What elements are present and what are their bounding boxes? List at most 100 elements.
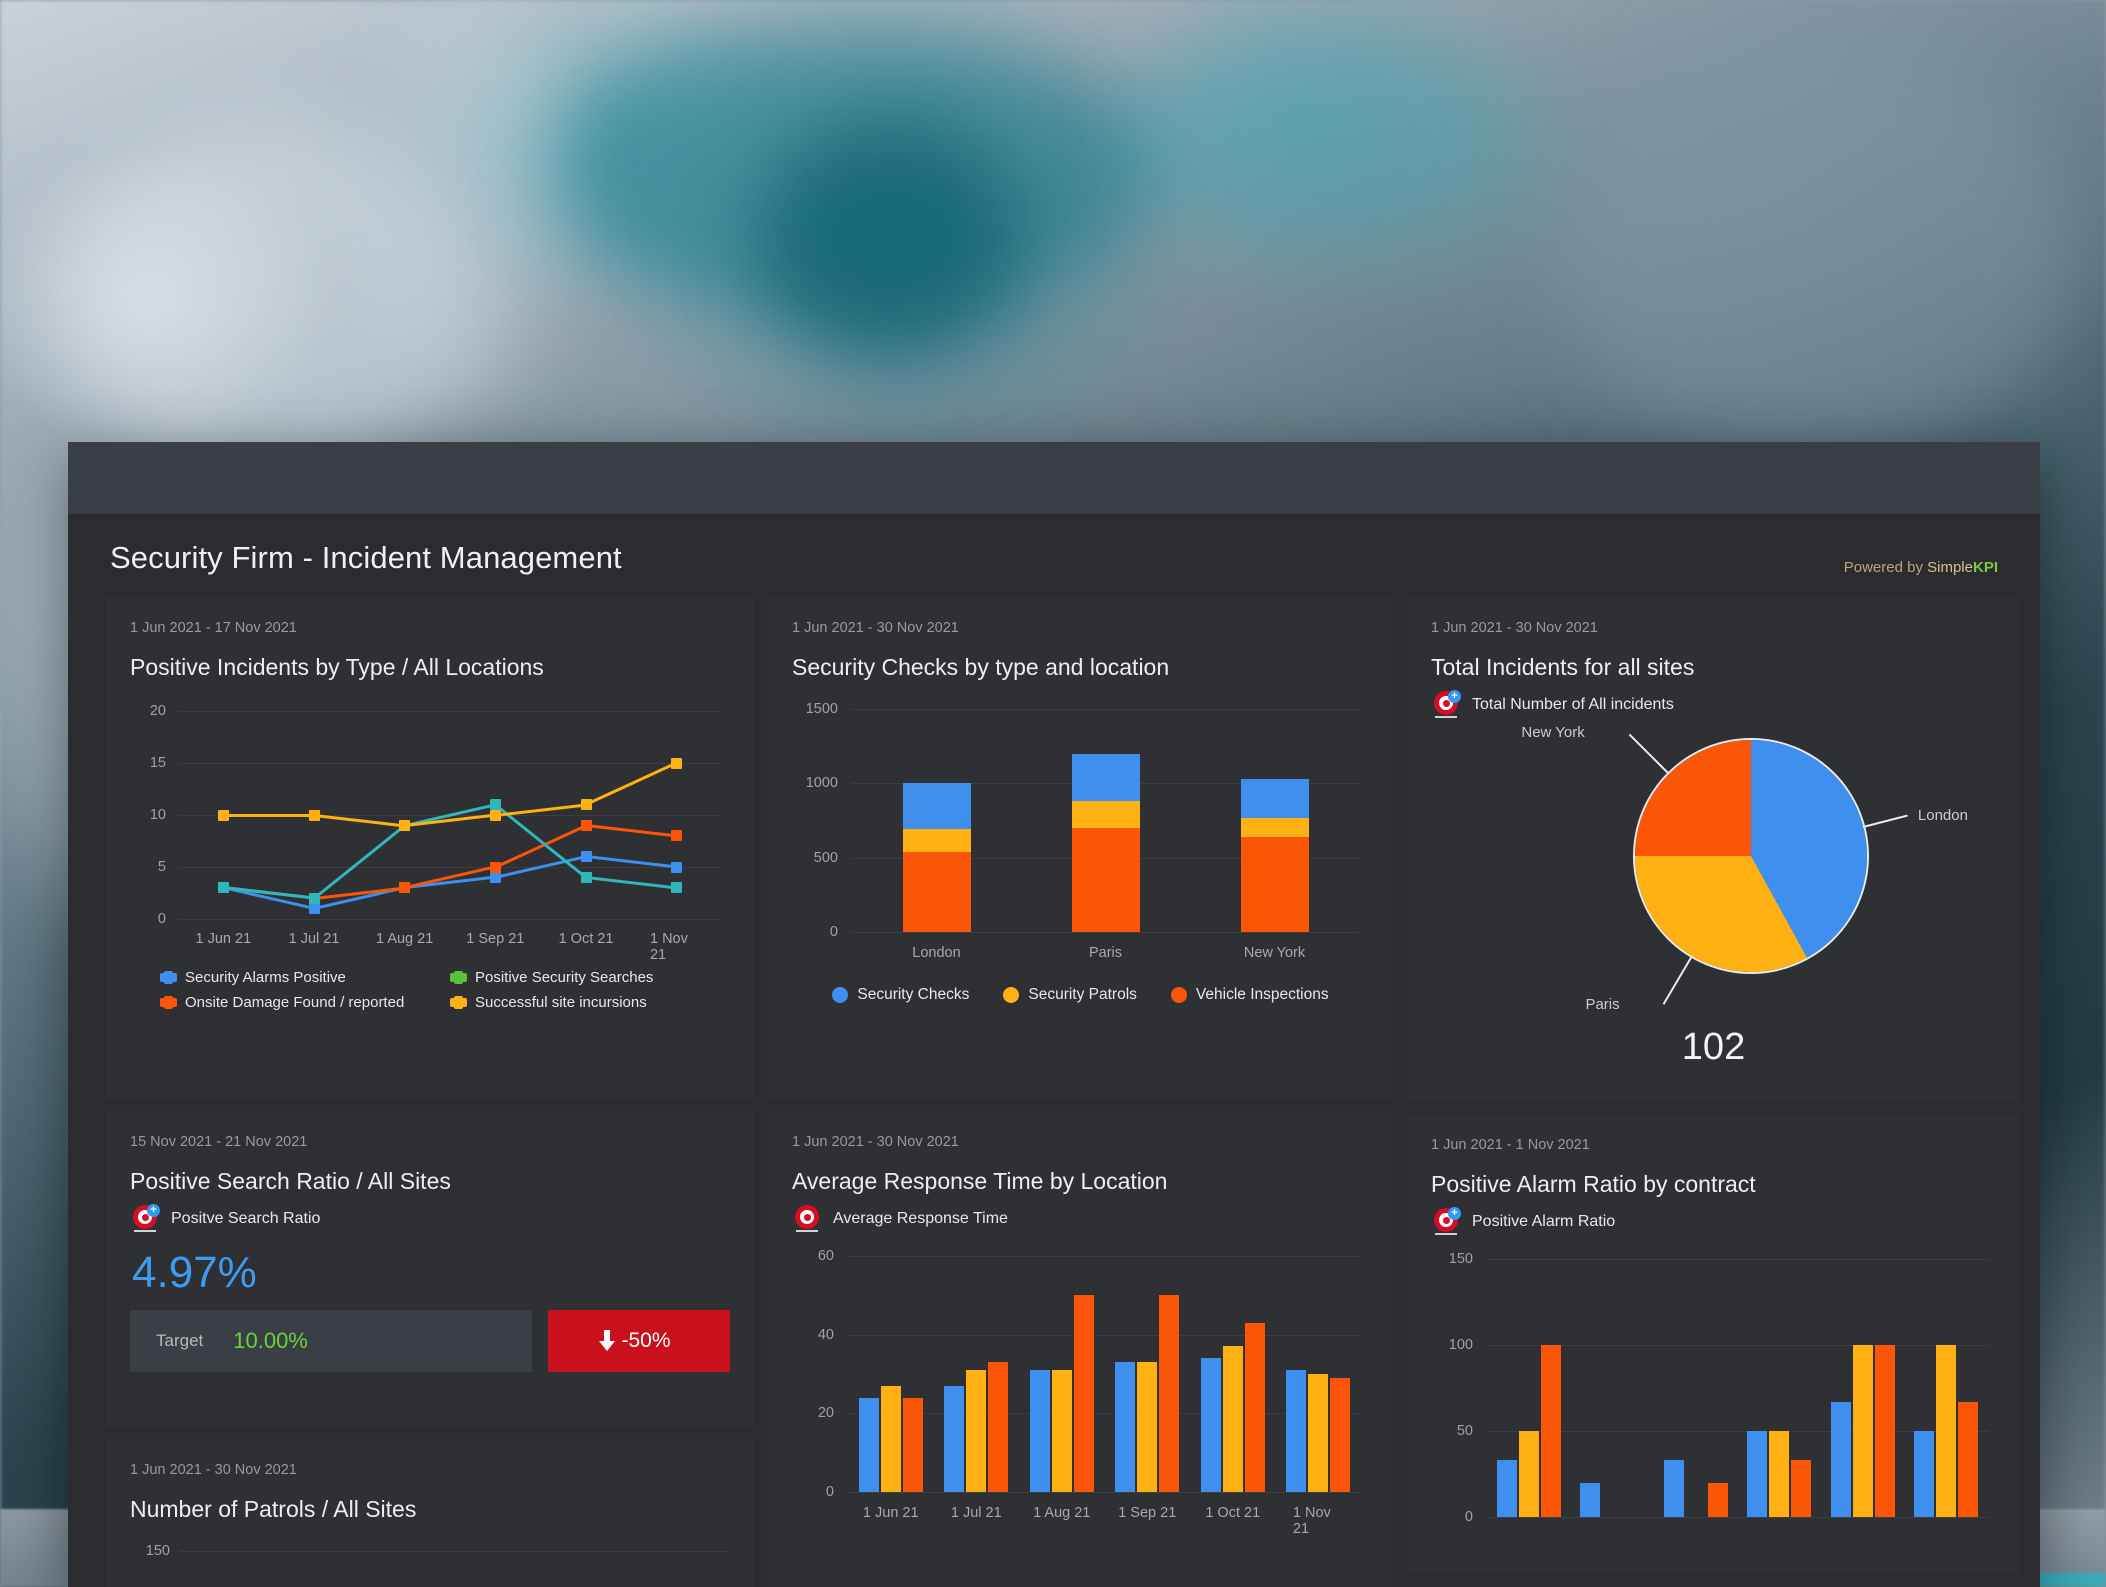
bar[interactable] xyxy=(1663,1460,1684,1517)
bar[interactable] xyxy=(1244,1322,1265,1492)
legend-item[interactable]: Onsite Damage Found / reported xyxy=(160,994,440,1011)
bar[interactable] xyxy=(1540,1345,1561,1517)
data-point[interactable] xyxy=(580,851,592,863)
bar[interactable] xyxy=(1308,1374,1329,1492)
dashboard-grid: 1 Jun 2021 - 17 Nov 2021 Positive Incide… xyxy=(106,598,2020,1587)
bar[interactable] xyxy=(902,1397,923,1492)
data-point[interactable] xyxy=(308,903,320,915)
bar[interactable] xyxy=(1914,1431,1935,1517)
bar[interactable] xyxy=(1330,1377,1351,1492)
bar[interactable] xyxy=(1496,1460,1517,1517)
legend-item[interactable]: Security Patrols xyxy=(1003,986,1137,1004)
card-title: Number of Patrols / All Sites xyxy=(130,1496,417,1522)
data-point[interactable] xyxy=(308,892,320,904)
data-point[interactable] xyxy=(580,799,592,811)
data-point[interactable] xyxy=(671,882,683,894)
data-point[interactable] xyxy=(580,871,592,883)
bar[interactable] xyxy=(1747,1431,1768,1517)
bar[interactable] xyxy=(1707,1482,1728,1517)
bar[interactable] xyxy=(1852,1345,1873,1517)
bar[interactable] xyxy=(944,1385,965,1492)
x-axis-tick: 1 Nov 21 xyxy=(649,931,688,963)
legend-item[interactable]: Security Checks xyxy=(832,986,969,1004)
bar-segment[interactable] xyxy=(1240,817,1309,837)
bar[interactable] xyxy=(1958,1401,1979,1517)
data-point[interactable] xyxy=(489,809,501,821)
card-security-checks[interactable]: 1 Jun 2021 - 30 Nov 2021 Security Checks… xyxy=(768,598,1393,1098)
legend-marker xyxy=(832,987,849,1003)
data-point[interactable] xyxy=(489,871,501,883)
bar[interactable] xyxy=(1830,1401,1851,1517)
bar[interactable] xyxy=(966,1370,987,1492)
bar[interactable] xyxy=(1518,1431,1539,1517)
pie-leader-line xyxy=(1628,733,1670,775)
bar-chart-number-of-patrols[interactable]: 150 xyxy=(130,1539,730,1579)
bar[interactable] xyxy=(1286,1370,1307,1492)
data-point[interactable] xyxy=(399,819,411,831)
data-point[interactable] xyxy=(580,819,592,831)
card-number-of-patrols[interactable]: 1 Jun 2021 - 30 Nov 2021 Number of Patro… xyxy=(106,1440,754,1587)
card-positive-search-ratio[interactable]: 15 Nov 2021 - 21 Nov 2021 Positive Searc… xyxy=(106,1112,754,1426)
bar[interactable] xyxy=(1791,1460,1812,1517)
data-point[interactable] xyxy=(217,882,229,894)
pie-graphic[interactable] xyxy=(1635,740,1867,972)
bar[interactable] xyxy=(1200,1358,1221,1492)
bar-segment[interactable] xyxy=(1071,801,1140,828)
bar[interactable] xyxy=(1936,1345,1957,1517)
pie-leader-line xyxy=(1662,955,1693,1005)
pie-leader-line xyxy=(1863,814,1909,829)
card-title: Average Response Time by Location xyxy=(792,1168,1168,1194)
pie-slice-label: London xyxy=(1917,806,1968,824)
data-point[interactable] xyxy=(671,861,683,873)
bar[interactable] xyxy=(1137,1362,1158,1492)
bar[interactable] xyxy=(1051,1370,1072,1492)
bar-segment[interactable] xyxy=(902,783,971,830)
bar-chart-average-response-time[interactable]: 60 40 20 0 1 Jun 21 1 Jul 21 1 Aug 21 1 Sep 21 1… xyxy=(792,1248,1369,1537)
data-point[interactable] xyxy=(489,799,501,811)
card-positive-incidents[interactable]: 1 Jun 2021 - 17 Nov 2021 Positive Incide… xyxy=(106,598,754,1098)
x-axis-tick: 1 Jul 21 xyxy=(288,931,340,947)
bar[interactable] xyxy=(1874,1345,1895,1517)
legend-label: Onsite Damage Found / reported xyxy=(185,994,405,1011)
page-title: Security Firm - Incident Management xyxy=(110,540,622,575)
bar[interactable] xyxy=(1769,1431,1790,1517)
bar[interactable] xyxy=(988,1362,1009,1492)
background-blur-shape xyxy=(1120,20,1540,260)
data-point[interactable] xyxy=(308,809,320,821)
stacked-bar-chart-security-checks[interactable]: 1500 1000 500 0 London Paris New York xyxy=(792,701,1369,968)
legend-item[interactable]: Security Alarms Positive xyxy=(160,969,440,986)
background-blur-shape xyxy=(380,0,560,420)
card-average-response-time[interactable]: 1 Jun 2021 - 30 Nov 2021 Average Respons… xyxy=(768,1112,1393,1587)
data-point[interactable] xyxy=(217,809,229,821)
line-chart-positive-incidents[interactable]: 20 15 10 5 0 1 Jun 21 1 Jul 21 1 Aug 21 1 Sep 21… xyxy=(130,703,730,963)
pie-total-value: 102 xyxy=(1681,1026,1746,1068)
bar[interactable] xyxy=(1580,1482,1601,1517)
card-positive-alarm-ratio[interactable]: 1 Jun 2021 - 1 Nov 2021 Positive Alarm R… xyxy=(1407,1115,2020,1574)
bar[interactable] xyxy=(1159,1295,1180,1492)
bar-segment[interactable] xyxy=(1071,827,1140,932)
bar-segment[interactable] xyxy=(1240,778,1309,818)
pie-chart-total-incidents[interactable]: London Paris New York xyxy=(1431,724,1996,1022)
legend-item[interactable]: Vehicle Inspections xyxy=(1170,986,1329,1004)
bar[interactable] xyxy=(1115,1362,1136,1492)
bar-segment[interactable] xyxy=(902,851,971,932)
data-point[interactable] xyxy=(489,861,501,873)
y-axis-tick: 10 xyxy=(149,807,166,823)
legend-marker xyxy=(1003,987,1020,1003)
bar-chart-positive-alarm-ratio[interactable]: 150 100 50 0 xyxy=(1431,1251,1996,1525)
legend-item[interactable]: Successful site incursions xyxy=(450,994,730,1011)
card-total-incidents[interactable]: 1 Jun 2021 - 30 Nov 2021 Total Incidents… xyxy=(1407,598,2020,1101)
bar[interactable] xyxy=(880,1385,901,1492)
bar-segment[interactable] xyxy=(902,829,971,852)
data-point[interactable] xyxy=(671,830,683,842)
bar[interactable] xyxy=(858,1397,879,1492)
bar[interactable] xyxy=(1222,1346,1243,1492)
data-point[interactable] xyxy=(399,882,411,894)
bar-segment[interactable] xyxy=(1071,753,1140,802)
bar-segment[interactable] xyxy=(1240,836,1309,932)
bar[interactable] xyxy=(1029,1370,1050,1492)
data-point[interactable] xyxy=(671,757,683,769)
legend-item[interactable]: Positive Security Searches xyxy=(450,969,730,986)
card-daterange: 1 Jun 2021 - 30 Nov 2021 xyxy=(792,620,959,636)
bar[interactable] xyxy=(1073,1295,1094,1492)
